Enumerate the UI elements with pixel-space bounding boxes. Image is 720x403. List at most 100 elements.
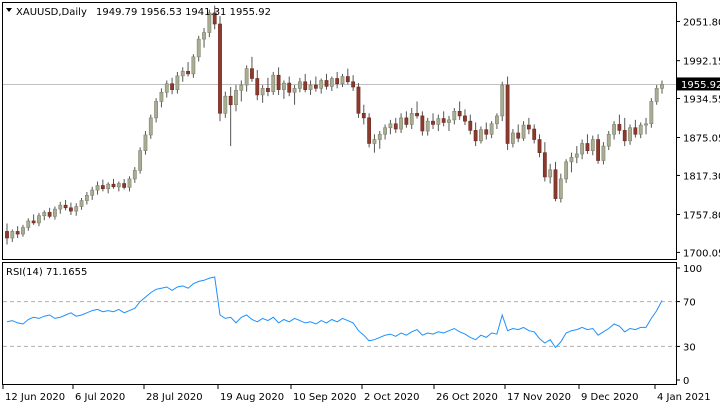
candle-body bbox=[606, 133, 611, 147]
candle-body bbox=[138, 150, 143, 171]
candle-body bbox=[127, 178, 132, 188]
candle-body bbox=[345, 76, 350, 83]
candle-body bbox=[132, 170, 137, 180]
rsi-tick-label: 0 bbox=[683, 376, 689, 387]
candle bbox=[138, 147, 143, 174]
candle-body bbox=[532, 128, 537, 140]
current-price-tag: 1955.92 bbox=[677, 77, 720, 91]
candle-body bbox=[100, 185, 105, 190]
candle-body bbox=[10, 231, 15, 239]
candle-body bbox=[202, 32, 206, 40]
candle-body bbox=[404, 117, 409, 125]
svg-text:1955.92: 1955.92 bbox=[681, 80, 720, 91]
price-axis: 2051.80 1992.15 1934.55 1875.05 1817.30 1757.… bbox=[676, 18, 720, 259]
candle-body bbox=[260, 88, 265, 96]
price-panel-frame bbox=[2, 2, 677, 260]
candle-body bbox=[159, 91, 164, 102]
candle-body bbox=[340, 76, 345, 85]
candle-body bbox=[154, 101, 159, 119]
candle-body bbox=[431, 120, 435, 125]
candle-body bbox=[335, 78, 340, 85]
candle-body bbox=[399, 117, 403, 130]
candle-body bbox=[505, 84, 510, 144]
candle-body bbox=[297, 81, 302, 89]
candle-body bbox=[58, 204, 63, 210]
candle-body bbox=[90, 189, 95, 196]
price-tick-label: 1875.05 bbox=[683, 134, 720, 145]
candle bbox=[356, 83, 361, 118]
time-tick-label: 2 Oct 2020 bbox=[364, 392, 419, 403]
candle-body bbox=[654, 88, 659, 102]
candle-body bbox=[463, 115, 467, 122]
candle-body bbox=[489, 123, 494, 135]
rsi-tick-label: 70 bbox=[683, 298, 696, 309]
candle-body bbox=[633, 127, 638, 135]
time-tick-label: 28 Jul 2020 bbox=[146, 392, 203, 403]
candle-body bbox=[628, 127, 632, 142]
candle-body bbox=[415, 112, 419, 117]
candle-body bbox=[228, 95, 233, 106]
candle-body bbox=[319, 80, 324, 89]
candle-body bbox=[500, 84, 505, 117]
candle-body bbox=[223, 95, 228, 114]
candle-body bbox=[553, 169, 558, 199]
candle-body bbox=[303, 81, 308, 90]
price-tick-label: 1992.15 bbox=[683, 57, 720, 68]
candle-body bbox=[548, 169, 553, 178]
price-tick-label: 1817.30 bbox=[683, 171, 720, 182]
candle-body bbox=[31, 220, 36, 224]
candle-body bbox=[601, 145, 606, 161]
candle-body bbox=[617, 124, 622, 131]
rsi-panel-frame bbox=[2, 262, 677, 385]
candle-body bbox=[447, 119, 451, 123]
candle-body bbox=[521, 124, 526, 139]
candle-body bbox=[436, 118, 441, 125]
candle-body bbox=[74, 206, 79, 212]
candle-body bbox=[164, 83, 169, 93]
candle-body bbox=[351, 81, 356, 88]
candle-body bbox=[5, 231, 9, 239]
candle-body bbox=[69, 207, 73, 212]
time-tick-label: 10 Sep 2020 bbox=[293, 392, 356, 403]
candle-body bbox=[313, 84, 318, 89]
candle-body bbox=[266, 88, 270, 92]
candle bbox=[500, 81, 505, 122]
candle-body bbox=[420, 115, 425, 132]
candle-body bbox=[276, 74, 281, 90]
candle-body bbox=[63, 204, 68, 209]
rsi-axis: 100 70 30 0 bbox=[676, 264, 702, 387]
candle-body bbox=[53, 208, 57, 217]
symbol-label: XAUUSD,Daily bbox=[16, 7, 87, 18]
ohlc-summary: 1949.79 1956.53 1941.31 1955.92 bbox=[96, 7, 271, 18]
candle-body bbox=[191, 56, 196, 75]
candle-body bbox=[526, 124, 531, 130]
candle-body bbox=[324, 80, 329, 87]
candle-body bbox=[196, 38, 201, 58]
candle-body bbox=[479, 129, 483, 142]
candle-body bbox=[239, 84, 244, 91]
candle-body bbox=[452, 111, 457, 121]
candle-body bbox=[95, 185, 100, 191]
candle-body bbox=[372, 139, 377, 144]
candle-body bbox=[569, 156, 574, 163]
candle-body bbox=[612, 124, 616, 135]
candle-body bbox=[122, 183, 127, 188]
time-tick-label: 9 Dec 2020 bbox=[581, 392, 639, 403]
candle-body bbox=[21, 227, 25, 235]
candle-body bbox=[79, 200, 84, 207]
candle-body bbox=[148, 117, 153, 136]
candle-body bbox=[537, 139, 542, 153]
candle-body bbox=[622, 130, 627, 142]
candle-body bbox=[495, 115, 499, 125]
candle-body bbox=[596, 139, 600, 161]
candle-body bbox=[37, 215, 41, 224]
time-axis: 12 Jun 2020 6 Jul 2020 28 Jul 2020 19 Aug 2… bbox=[2, 384, 711, 403]
candle bbox=[649, 98, 654, 128]
candle-body bbox=[377, 133, 382, 140]
candle bbox=[148, 114, 153, 139]
candle-body bbox=[244, 68, 249, 86]
candle-body bbox=[111, 183, 116, 188]
price-tick-label: 1700.05 bbox=[683, 248, 720, 259]
candle-body bbox=[84, 195, 89, 201]
candle-body bbox=[361, 112, 366, 119]
